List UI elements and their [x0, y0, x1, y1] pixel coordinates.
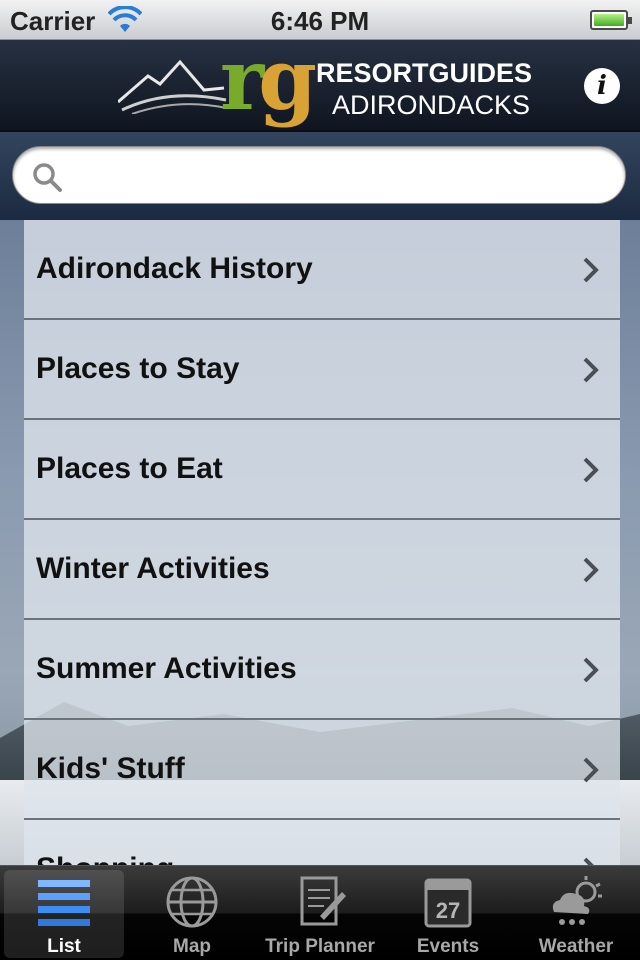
- status-time: 6:46 PM: [270, 6, 370, 36]
- tab-label: List: [47, 936, 81, 957]
- chevron-right-icon: [583, 257, 599, 283]
- app-header: rg RESORTGUIDES ADIRONDACKS i: [0, 30, 640, 132]
- list-item-label: Places to Stay: [36, 352, 240, 385]
- resortguides-logo: rg RESORTGUIDES ADIRONDACKS: [118, 30, 538, 129]
- list-item-label: Winter Activities: [36, 552, 270, 585]
- list-item-places-to-eat[interactable]: Places to Eat: [24, 420, 620, 520]
- chevron-right-icon: [583, 457, 599, 483]
- mountain-logo-icon: [118, 59, 227, 114]
- list-item-shopping[interactable]: Shopping: [24, 820, 620, 865]
- list-item-label: Places to Eat: [36, 452, 223, 485]
- tab-map[interactable]: Map: [128, 866, 256, 960]
- logo-brand: RESORTGUIDES: [316, 58, 533, 88]
- list-item-kids-stuff[interactable]: Kids' Stuff: [24, 720, 620, 820]
- chevron-right-icon: [583, 757, 599, 783]
- calendar-day: 27: [436, 898, 460, 923]
- category-list: Adirondack History Places to Stay Places…: [24, 220, 620, 865]
- list-item-label: Shopping: [36, 852, 174, 865]
- tab-label: Map: [173, 936, 211, 957]
- tab-events[interactable]: 27 Events: [384, 866, 512, 960]
- notepad-icon: [300, 876, 346, 926]
- list-icon: [38, 880, 90, 926]
- list-item-adirondack-history[interactable]: Adirondack History: [24, 220, 620, 320]
- tab-weather[interactable]: Weather: [512, 866, 640, 960]
- list-item-label: Adirondack History: [36, 252, 313, 285]
- tab-list[interactable]: List: [4, 870, 124, 958]
- list-item-label: Kids' Stuff: [36, 752, 185, 785]
- chevron-right-icon: [583, 557, 599, 583]
- list-item-summer-activities[interactable]: Summer Activities: [24, 620, 620, 720]
- weather-icon: [552, 876, 602, 925]
- globe-icon: [166, 876, 218, 928]
- logo-region: ADIRONDACKS: [332, 90, 531, 120]
- list-item-winter-activities[interactable]: Winter Activities: [24, 520, 620, 620]
- search-bar: [0, 132, 640, 220]
- calendar-icon: 27: [424, 878, 472, 928]
- status-bar: Carrier 6:46 PM: [0, 0, 640, 40]
- search-icon: [33, 163, 62, 192]
- tab-label: Weather: [538, 936, 614, 957]
- list-item-places-to-stay[interactable]: Places to Stay: [24, 320, 620, 420]
- tab-trip-planner[interactable]: Trip Planner: [256, 866, 384, 960]
- tab-label: Trip Planner: [265, 936, 375, 957]
- search-input[interactable]: [73, 157, 613, 195]
- chevron-right-icon: [583, 657, 599, 683]
- logo-letters: rg: [220, 30, 317, 129]
- chevron-right-icon: [583, 857, 594, 865]
- chevron-right-icon: [583, 357, 599, 383]
- tab-bar: List Map Trip Planner 27 Events Weather: [0, 865, 640, 960]
- tab-label: Events: [416, 936, 480, 957]
- battery-icon: [590, 10, 632, 30]
- search-field[interactable]: [12, 146, 626, 204]
- info-button[interactable]: i: [584, 68, 620, 104]
- list-item-label: Summer Activities: [36, 652, 297, 685]
